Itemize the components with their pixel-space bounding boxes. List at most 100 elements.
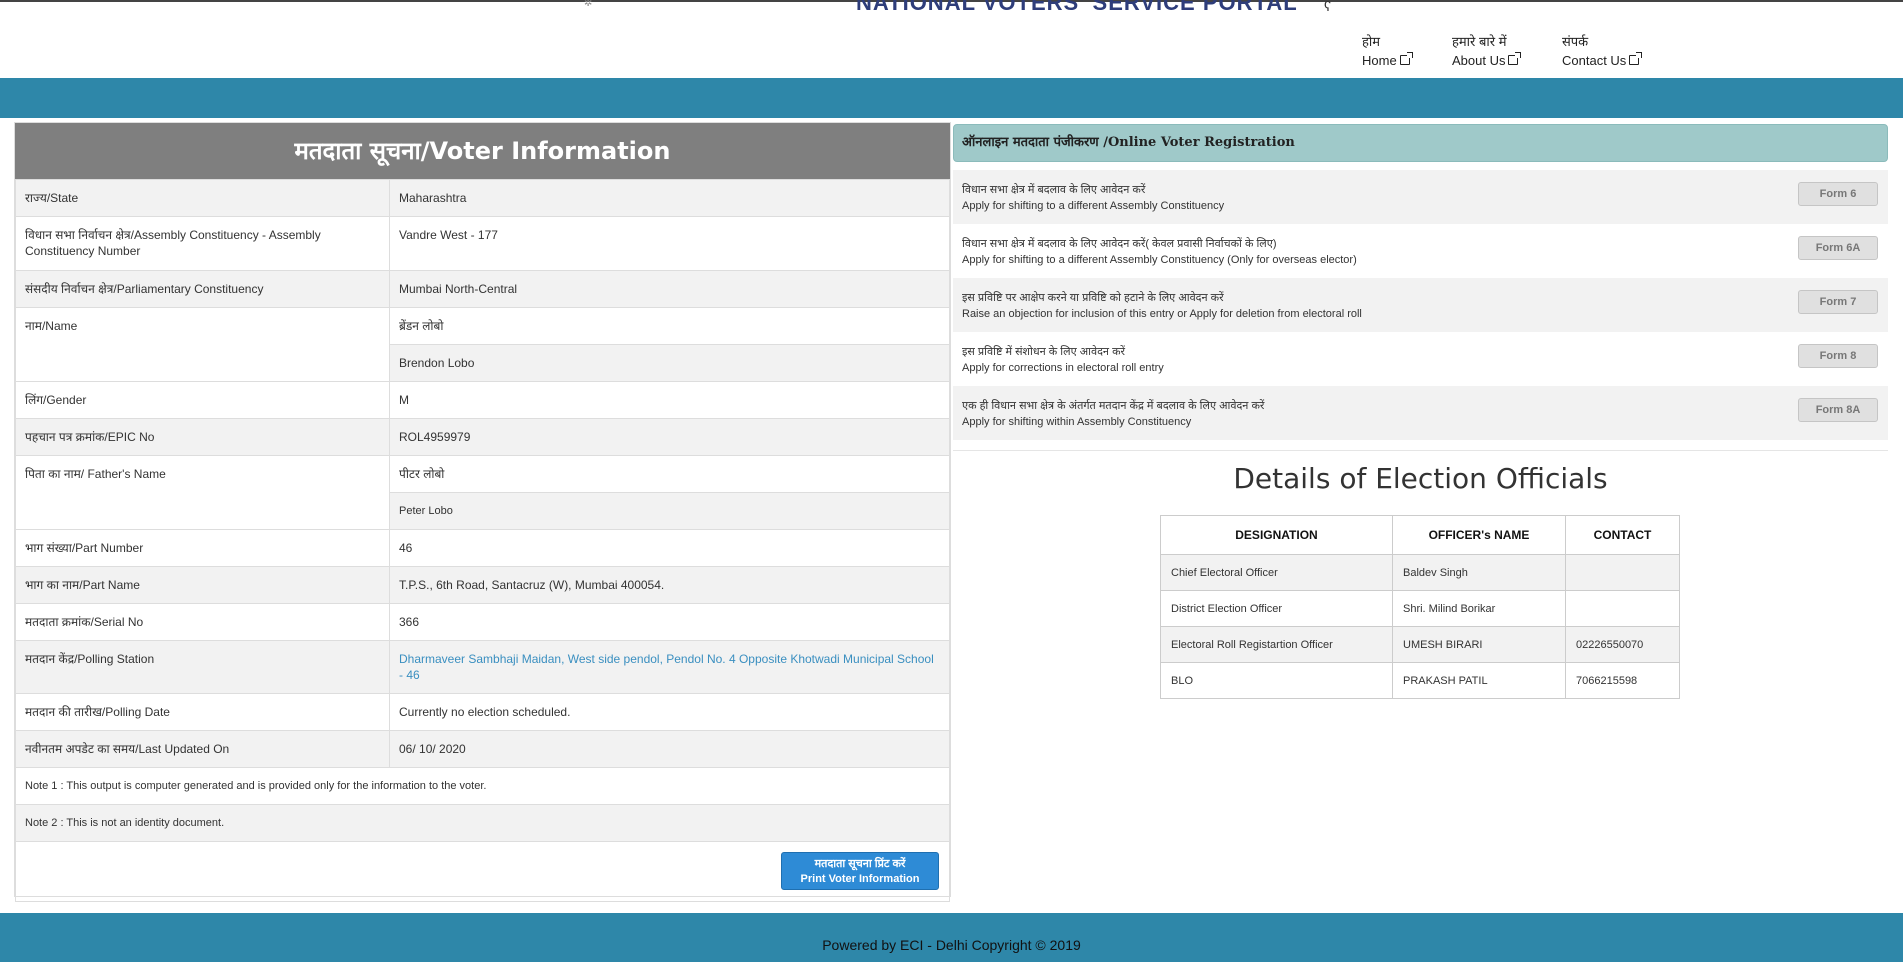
form-8-button[interactable]: Form 8 [1798,344,1878,368]
form-6a-button[interactable]: Form 6A [1798,236,1878,260]
row-part-number: भाग संख्या/Part Number 46 [15,529,950,567]
logo-icon: ʕ [1324,0,1331,14]
last-updated-label: नवीनतम अपडेट का समय/Last Updated On [15,730,390,768]
polling-station-link[interactable]: Dharmaveer Sambhaji Maidan, West side pe… [389,640,950,694]
nav-home-label[interactable]: Home [1362,51,1413,70]
form-8-desc-hindi: इस प्रविष्टि में संशोधन के लिए आवेदन करे… [962,346,1126,358]
part-name-value: T.P.S., 6th Road, Santacruz (W), Mumbai … [389,566,950,604]
form-row-7: इस प्रविष्टि पर आक्षेप करने या प्रविष्टि… [953,278,1888,332]
parliamentary-constituency-label: संसदीय निर्वाचन क्षेत्र/Parliamentary Co… [15,270,390,308]
note-1: Note 1 : This output is computer generat… [15,767,950,805]
table-row: BLO PRAKASH PATIL 7066215598 [1160,662,1680,699]
print-cell: मतदाता सूचना प्रिंट करें Print Voter Inf… [15,841,950,902]
form-7-desc: Raise an objection for inclusion of this… [962,308,1362,320]
row-state: राज्य/State Maharashtra [15,179,950,217]
designation-cell: BLO [1160,662,1393,699]
row-gender: लिंग/Gender M [15,381,950,419]
nav-contact[interactable]: संपर्क Contact Us [1562,32,1643,70]
serial-value: 366 [389,603,950,641]
nav-contact-label[interactable]: Contact Us [1562,51,1643,70]
col-designation: DESIGNATION [1160,515,1393,555]
part-number-label: भाग संख्या/Part Number [15,529,390,567]
form-6-desc: Apply for shifting to a different Assemb… [962,200,1225,212]
nav-about[interactable]: हमारे बारे में About Us [1452,32,1522,70]
contact-cell: 7066215598 [1565,662,1680,699]
assembly-constituency-label: विधान सभा निर्वाचन क्षेत्र/Assembly Cons… [15,216,390,271]
officer-name-cell: UMESH BIRARI [1392,626,1566,663]
epic-value: ROL4959979 [389,418,950,456]
father-name-label: पिता का नाम/ Father's Name [15,455,390,530]
voter-info-table: राज्य/State Maharashtra विधान सभा निर्वा… [15,179,950,902]
note-2: Note 2 : This is not an identity documen… [15,804,950,842]
nav-about-label[interactable]: About Us [1452,51,1522,70]
table-row: Electoral Roll Registartion Officer UMES… [1160,626,1680,663]
parliamentary-constituency-value: Mumbai North-Central [389,270,950,308]
online-registration-panel: ऑनलाइन मतदाता पंजीकरण /Online Voter Regi… [953,124,1888,451]
contact-cell: 02226550070 [1565,626,1680,663]
form-6-button[interactable]: Form 6 [1798,182,1878,206]
contact-cell [1565,590,1680,627]
row-name-hindi: नाम/Name ब्रेंडन लोबो [15,307,950,382]
row-note1: Note 1 : This output is computer generat… [15,767,950,805]
name-value-english: Brendon Lobo [389,344,950,382]
col-contact: CONTACT [1565,515,1680,555]
form-7-button[interactable]: Form 7 [1798,290,1878,314]
polling-station-label: मतदान केंद्र/Polling Station [15,640,390,694]
state-label: राज्य/State [15,179,390,217]
online-registration-heading: ऑनलाइन मतदाता पंजीकरण /Online Voter Regi… [953,124,1888,162]
voter-info-heading: मतदाता सूचना/Voter Information [15,123,950,179]
name-label: नाम/Name [15,307,390,382]
header-band [0,78,1903,118]
row-last-updated: नवीनतम अपडेट का समय/Last Updated On 06/ … [15,730,950,768]
print-voter-info-button[interactable]: मतदाता सूचना प्रिंट करें Print Voter Inf… [781,852,939,890]
row-polling-station: मतदान केंद्र/Polling Station Dharmaveer … [15,640,950,694]
portal-title: NATIONAL VOTERS' SERVICE PORTAL [856,0,1298,15]
officer-name-cell: Shri. Milind Borikar [1392,590,1566,627]
divider [953,450,1888,451]
form-8a-desc-hindi: एक ही विधान सभा क्षेत्र के अंतर्गत मतदान… [962,400,1265,412]
form-row-8a: एक ही विधान सभा क्षेत्र के अंतर्गत मतदान… [953,386,1888,440]
form-6a-desc: Apply for shifting to a different Assemb… [962,254,1357,266]
officials-header-row: DESIGNATION OFFICER's NAME CONTACT [1160,515,1680,555]
table-row: District Election Officer Shri. Milind B… [1160,590,1680,627]
row-serial: मतदाता क्रमांक/Serial No 366 [15,603,950,641]
contact-cell [1565,554,1680,591]
external-link-icon [1399,52,1413,65]
row-parliamentary-constituency: संसदीय निर्वाचन क्षेत्र/Parliamentary Co… [15,270,950,308]
nav-home[interactable]: होम Home [1362,32,1413,70]
emblem-icon: ✲ [584,0,593,9]
nav-home-hindi: होम [1362,34,1381,49]
row-note2: Note 2 : This is not an identity documen… [15,804,950,842]
header: ✲ NATIONAL VOTERS' SERVICE PORTAL ʕ होम … [0,0,1903,78]
row-part-name: भाग का नाम/Part Name T.P.S., 6th Road, S… [15,566,950,604]
last-updated-value: 06/ 10/ 2020 [389,730,950,768]
officials-title: Details of Election Officials [1233,462,1608,495]
nav-about-hindi: हमारे बारे में [1452,34,1507,49]
designation-cell: Electoral Roll Registartion Officer [1160,626,1393,663]
designation-cell: Chief Electoral Officer [1160,554,1393,591]
polling-date-value: Currently no election scheduled. [389,693,950,731]
row-polling-date: मतदान की तारीख/Polling Date Currently no… [15,693,950,731]
gender-value: M [389,381,950,419]
footer: Powered by ECI - Delhi Copyright © 2019 [0,913,1903,962]
epic-label: पहचान पत्र क्रमांक/EPIC No [15,418,390,456]
father-name-value-english: Peter Lobo [389,492,950,530]
name-value-hindi: ब्रेंडन लोबो [389,307,950,345]
row-epic: पहचान पत्र क्रमांक/EPIC No ROL4959979 [15,418,950,456]
form-8a-button[interactable]: Form 8A [1798,398,1878,422]
assembly-constituency-value: Vandre West - 177 [389,216,950,271]
form-row-8: इस प्रविष्टि में संशोधन के लिए आवेदन करे… [953,332,1888,386]
external-link-icon [1508,52,1522,65]
form-8a-desc: Apply for shifting within Assembly Const… [962,416,1192,428]
officer-name-cell: PRAKASH PATIL [1392,662,1566,699]
nav-contact-hindi: संपर्क [1562,34,1589,49]
row-assembly-constituency: विधान सभा निर्वाचन क्षेत्र/Assembly Cons… [15,216,950,271]
form-6-desc-hindi: विधान सभा क्षेत्र में बदलाव के लिए आवेदन… [962,184,1146,196]
gender-label: लिंग/Gender [15,381,390,419]
external-link-icon [1629,52,1643,65]
row-print: मतदाता सूचना प्रिंट करें Print Voter Inf… [15,841,950,902]
part-number-value: 46 [389,529,950,567]
form-row-6: विधान सभा क्षेत्र में बदलाव के लिए आवेदन… [953,170,1888,224]
table-row: Chief Electoral Officer Baldev Singh [1160,554,1680,591]
polling-date-label: मतदान की तारीख/Polling Date [15,693,390,731]
